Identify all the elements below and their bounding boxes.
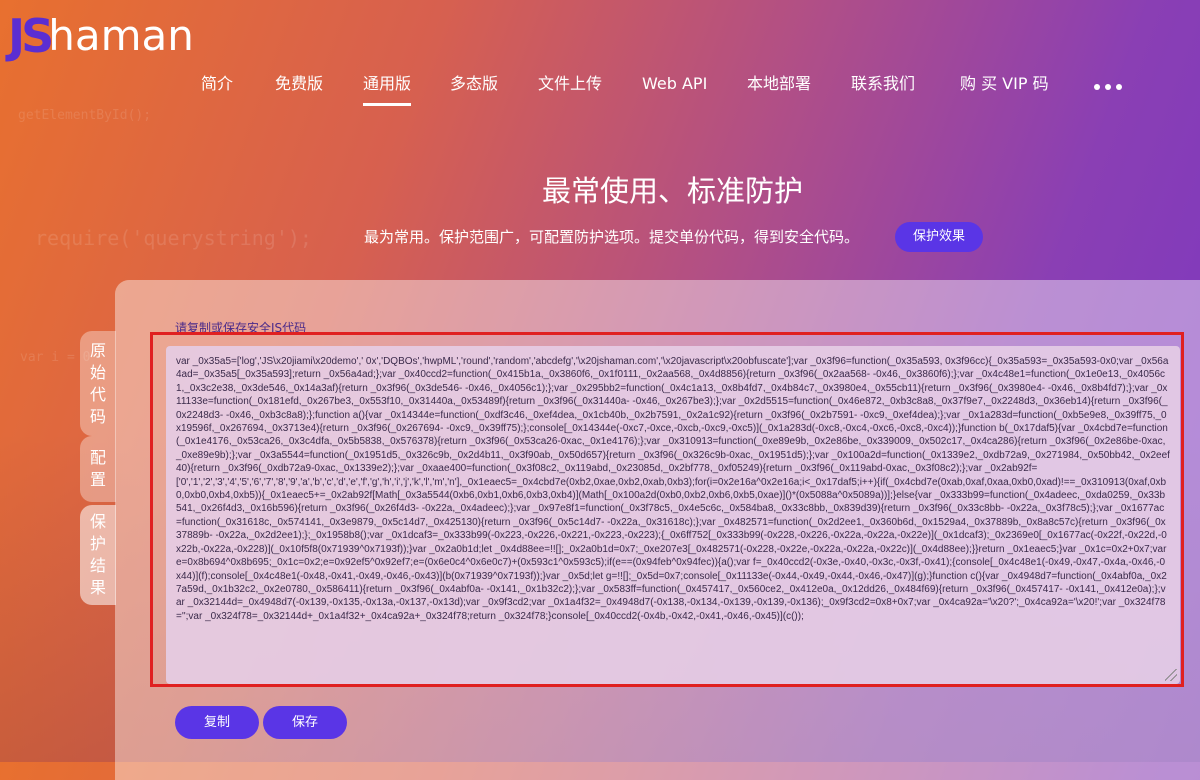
nav-item-intro[interactable]: 简介 bbox=[201, 72, 233, 96]
nav-item-contact[interactable]: 联系我们 bbox=[851, 72, 915, 96]
tab-label: 保护结果 bbox=[89, 512, 106, 597]
result-code-textarea[interactable]: var _0x35a5=['log','JS\x20jiami\x20demo'… bbox=[166, 346, 1180, 684]
tab-original-code[interactable]: 原始代码 bbox=[80, 331, 116, 436]
tab-result[interactable]: 保护结果 bbox=[80, 505, 116, 605]
site-logo[interactable]: JS haman bbox=[8, 8, 194, 64]
page-title: 最常使用、标准防护 bbox=[541, 174, 803, 208]
background-code-line: getElementById(); bbox=[18, 108, 152, 123]
more-menu-icon[interactable] bbox=[1094, 84, 1122, 90]
page-subtitle: 最为常用。保护范围广，可配置防护选项。提交单份代码，得到安全代码。 bbox=[364, 228, 860, 246]
nav-item-local-deploy[interactable]: 本地部署 bbox=[747, 72, 811, 96]
nav-item-file-upload[interactable]: 文件上传 bbox=[538, 72, 602, 96]
protection-effect-button[interactable]: 保护效果 bbox=[895, 222, 983, 252]
tab-label: 原始代码 bbox=[89, 340, 106, 426]
copy-button[interactable]: 复制 bbox=[175, 706, 259, 739]
logo-js: JS bbox=[8, 9, 54, 63]
result-code-text: var _0x35a5=['log','JS\x20jiami\x20demo'… bbox=[176, 356, 1170, 622]
save-button[interactable]: 保存 bbox=[263, 706, 347, 739]
nav-item-general[interactable]: 通用版 bbox=[363, 72, 412, 106]
nav-item-buy-vip[interactable]: 购 买 VIP 码 bbox=[960, 72, 1049, 96]
nav-item-web-api[interactable]: Web API bbox=[642, 72, 707, 96]
resize-handle-icon[interactable] bbox=[1165, 669, 1177, 681]
background-code-line: require('querystring'); bbox=[35, 226, 312, 250]
logo-text: haman bbox=[48, 11, 194, 60]
main-nav: 简介 免费版 通用版 多态版 文件上传 Web API 本地部署 联系我们 购 … bbox=[0, 72, 1200, 106]
tab-label: 配置 bbox=[89, 448, 106, 489]
tab-config[interactable]: 配置 bbox=[80, 436, 116, 502]
nav-item-polymorphic[interactable]: 多态版 bbox=[450, 72, 498, 96]
nav-item-free[interactable]: 免费版 bbox=[275, 72, 323, 96]
